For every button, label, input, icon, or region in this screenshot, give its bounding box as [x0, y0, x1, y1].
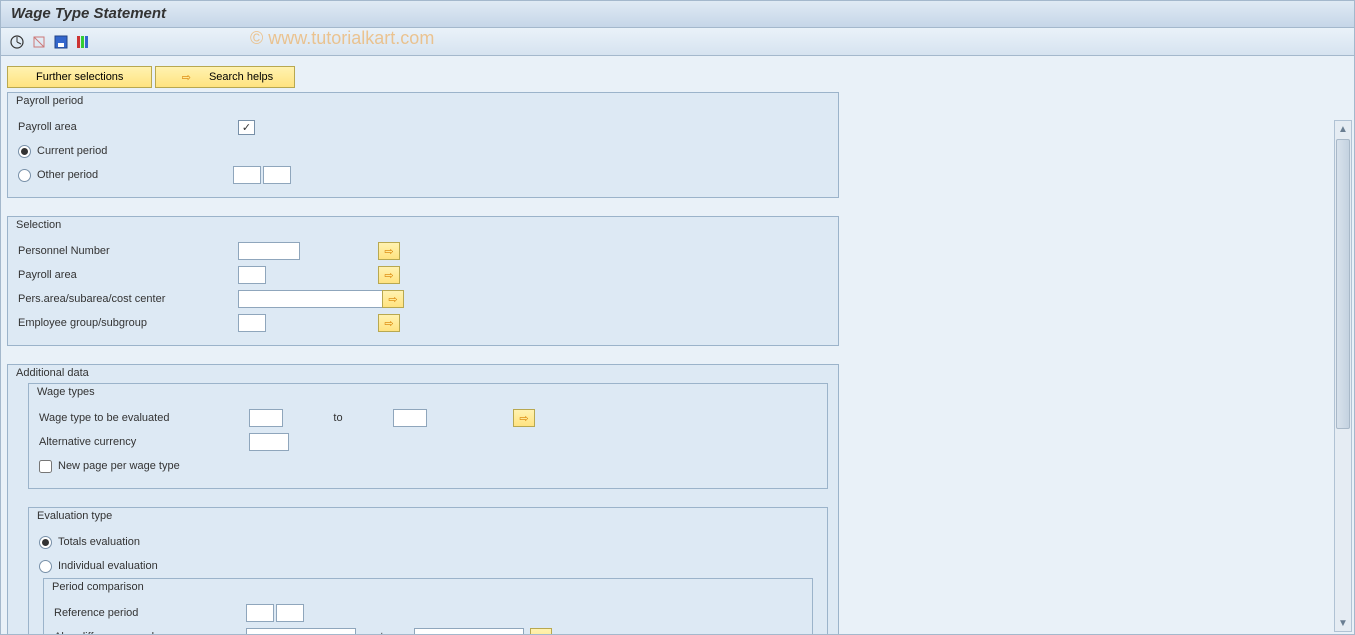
arrow-right-icon: ⇨	[182, 71, 191, 84]
pers-area-input[interactable]	[238, 290, 388, 308]
abs-diff-label: Abs. difference number	[54, 631, 246, 635]
selection-group: Selection Personnel Number ⇨ Payroll are…	[7, 216, 839, 346]
content-area: Further selections ⇨Search helps Payroll…	[0, 56, 1355, 635]
wage-type-eval-label: Wage type to be evaluated	[39, 412, 249, 424]
group-title: Period comparison	[48, 579, 816, 595]
personnel-number-input[interactable]	[238, 242, 300, 260]
abs-diff-from-input[interactable]	[246, 628, 356, 635]
totals-label: Totals evaluation	[58, 536, 140, 548]
other-period-radio[interactable]	[18, 169, 31, 182]
ref-period-input-2[interactable]	[276, 604, 304, 622]
to-label: to	[283, 412, 393, 424]
current-period-radio[interactable]	[18, 145, 31, 158]
execute-icon[interactable]	[9, 34, 25, 50]
current-period-label: Current period	[37, 145, 107, 157]
payroll-area-sel-label: Payroll area	[18, 269, 238, 281]
scroll-thumb[interactable]	[1336, 139, 1350, 429]
totals-evaluation-radio[interactable]	[39, 536, 52, 549]
group-title: Wage types	[33, 384, 831, 400]
new-page-checkbox[interactable]	[39, 460, 52, 473]
page-title: Wage Type Statement	[11, 5, 166, 22]
wage-type-to-input[interactable]	[393, 409, 427, 427]
title-bar: Wage Type Statement	[0, 0, 1355, 28]
scroll-down-icon[interactable]: ▼	[1335, 615, 1351, 631]
additional-data-group: Additional data Wage types Wage type to …	[7, 364, 839, 635]
group-title: Payroll period	[12, 93, 842, 109]
multiple-selection-button[interactable]: ⇨	[378, 314, 400, 332]
further-selections-button[interactable]: Further selections	[7, 66, 152, 88]
new-page-label: New page per wage type	[58, 460, 180, 472]
alt-currency-input[interactable]	[249, 433, 289, 451]
wage-types-group: Wage types Wage type to be evaluated to …	[28, 383, 828, 489]
personnel-number-label: Personnel Number	[18, 245, 238, 257]
emp-group-input[interactable]	[238, 314, 266, 332]
payroll-area-checkbox[interactable]: ✓	[238, 120, 255, 135]
payroll-area-label: Payroll area	[18, 121, 238, 133]
color-legend-icon[interactable]	[75, 34, 91, 50]
group-title: Additional data	[12, 365, 842, 381]
individual-evaluation-radio[interactable]	[39, 560, 52, 573]
to-label: to	[356, 631, 414, 635]
scroll-up-icon[interactable]: ▲	[1335, 121, 1351, 137]
multiple-selection-button[interactable]: ⇨	[378, 266, 400, 284]
pers-area-label: Pers.area/subarea/cost center	[18, 293, 238, 305]
variant-icon[interactable]	[31, 34, 47, 50]
alt-currency-label: Alternative currency	[39, 436, 249, 448]
other-period-label: Other period	[37, 169, 233, 181]
evaluation-type-group: Evaluation type Totals evaluation Indivi…	[28, 507, 828, 635]
toolbar	[0, 28, 1355, 56]
save-layout-icon[interactable]	[53, 34, 69, 50]
button-row: Further selections ⇨Search helps	[7, 66, 1348, 88]
wage-type-from-input[interactable]	[249, 409, 283, 427]
payroll-area-sel-input[interactable]	[238, 266, 266, 284]
individual-label: Individual evaluation	[58, 560, 158, 572]
multiple-selection-button[interactable]: ⇨	[378, 242, 400, 260]
period-comparison-group: Period comparison Reference period Abs. …	[43, 578, 813, 635]
search-helps-button[interactable]: ⇨Search helps	[155, 66, 295, 88]
group-title: Selection	[12, 217, 842, 233]
ref-period-input-1[interactable]	[246, 604, 274, 622]
other-period-input-1[interactable]	[233, 166, 261, 184]
vertical-scrollbar[interactable]: ▲ ▼	[1334, 120, 1352, 632]
multiple-selection-button[interactable]: ⇨	[382, 290, 404, 308]
group-title: Evaluation type	[33, 508, 831, 524]
ref-period-label: Reference period	[54, 607, 246, 619]
abs-diff-to-input[interactable]	[414, 628, 524, 635]
emp-group-label: Employee group/subgroup	[18, 317, 238, 329]
multiple-selection-button[interactable]: ⇨	[530, 628, 552, 635]
payroll-period-group: Payroll period Payroll area ✓ Current pe…	[7, 92, 839, 198]
multiple-selection-button[interactable]: ⇨	[513, 409, 535, 427]
other-period-input-2[interactable]	[263, 166, 291, 184]
